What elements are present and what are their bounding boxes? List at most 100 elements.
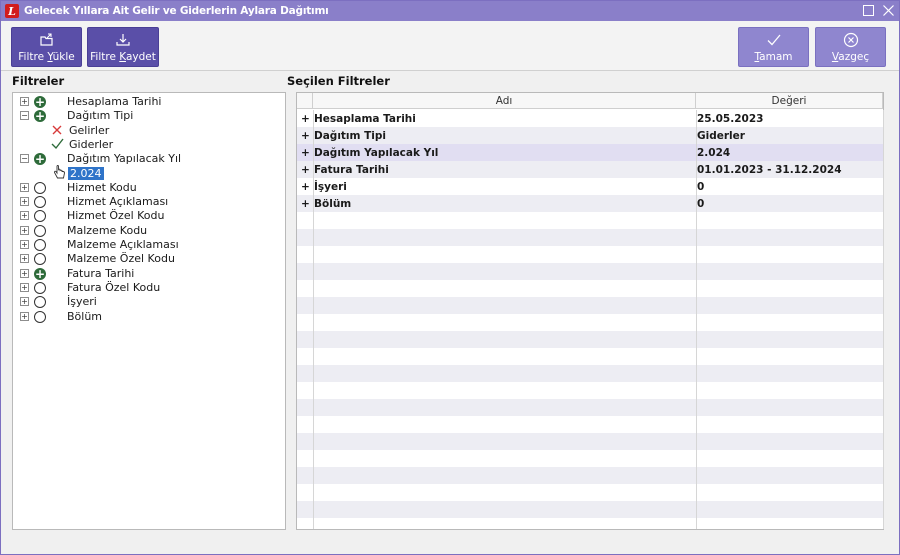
grid-empty-row <box>297 484 883 501</box>
toolbar: Filtre Yükle Filtre Kaydet Tamam Vazgeç <box>1 21 899 71</box>
tree-item[interactable]: + İşyeri <box>13 295 285 309</box>
cancel-circle-icon <box>843 32 859 49</box>
column-header-name[interactable]: Adı <box>313 93 696 109</box>
expand-icon[interactable]: + <box>20 97 29 106</box>
cancel-button[interactable]: Vazgeç <box>815 27 886 67</box>
tree-item-label: Hizmet Özel Kodu <box>67 209 165 223</box>
close-button[interactable] <box>881 2 895 18</box>
cancel-label: azgeç <box>838 50 870 63</box>
save-filter-button[interactable]: Filtre Kaydet <box>87 27 159 67</box>
tree-item[interactable]: − + Dağıtım Tipi <box>13 109 285 123</box>
main-window: L Gelecek Yıllara Ait Gelir ve Giderleri… <box>0 0 900 555</box>
collapse-icon[interactable]: − <box>20 111 29 121</box>
expand-icon[interactable]: + <box>20 182 29 192</box>
grid-empty-row <box>297 518 883 535</box>
tree-child-label: Gelirler <box>69 123 110 137</box>
tree-item-label: Dağıtım Tipi <box>67 109 134 123</box>
tree-item[interactable]: + Hizmet Kodu <box>13 181 285 195</box>
tree-item-label: Dağıtım Yapılacak Yıl <box>67 152 182 166</box>
tree-item-label: Bölüm <box>67 309 103 323</box>
load-filter-label-rest: ükle <box>52 50 75 63</box>
maximize-button[interactable] <box>861 2 875 18</box>
maximize-icon <box>862 4 874 16</box>
expand-icon[interactable]: + <box>20 211 29 221</box>
tree-item[interactable]: + Malzeme Kodu <box>13 224 285 238</box>
grid-cell-value: 0 <box>697 197 705 210</box>
tree-item[interactable]: + Fatura Özel Kodu <box>13 281 285 295</box>
load-filter-button[interactable]: Filtre Yükle <box>11 27 82 67</box>
filter-empty-icon <box>34 310 46 323</box>
row-expand-icon[interactable]: + <box>301 127 313 144</box>
grid-empty-row <box>297 501 883 518</box>
grid-empty-row <box>297 212 883 229</box>
row-expand-icon[interactable]: + <box>301 195 313 212</box>
tree-child-item[interactable]: Giderler <box>13 138 285 152</box>
expand-icon[interactable]: + <box>20 225 29 235</box>
tree-item[interactable]: + Malzeme Açıklaması <box>13 238 285 252</box>
tree-item[interactable]: + Malzeme Özel Kodu <box>13 252 285 266</box>
filter-empty-icon <box>34 224 46 237</box>
filter-tree[interactable]: + + Hesaplama Tarihi − + Dağıtım Tipi Gelirler… <box>12 92 286 530</box>
grid-empty-row <box>297 433 883 450</box>
grid-row[interactable]: + Dağıtım Tipi Giderler <box>297 127 883 144</box>
tree-item[interactable]: + + Hesaplama Tarihi <box>13 95 285 109</box>
tree-item[interactable]: + Bölüm <box>13 310 285 324</box>
filter-active-icon: + <box>34 109 46 124</box>
collapse-icon[interactable]: − <box>20 154 29 164</box>
tree-child-label: Giderler <box>69 137 114 151</box>
grid-column-divider <box>883 110 884 529</box>
selected-filters-grid: Adı Değeri + Hesaplama Tarihi 25.05.2023 + D… <box>296 92 884 530</box>
grid-empty-row <box>297 246 883 263</box>
load-filter-label: Filtre <box>18 50 48 63</box>
grid-empty-row <box>297 314 883 331</box>
expand-icon[interactable]: + <box>20 254 29 264</box>
tree-item-label: Malzeme Kodu <box>67 223 148 237</box>
tree-item-label: Malzeme Özel Kodu <box>67 252 175 266</box>
expand-icon[interactable]: + <box>20 240 29 249</box>
filter-empty-icon <box>34 281 46 294</box>
title-bar: L Gelecek Yıllara Ait Gelir ve Giderleri… <box>1 1 899 21</box>
tree-child-item[interactable]: 2.024 <box>13 164 285 181</box>
tree-item[interactable]: + Hizmet Açıklaması <box>13 195 285 209</box>
included-check-icon <box>51 138 64 153</box>
filter-active-icon: + <box>34 152 46 167</box>
row-expand-icon[interactable]: + <box>301 178 313 195</box>
grid-empty-row <box>297 399 883 416</box>
grid-empty-row <box>297 229 883 246</box>
grid-cell-name: Dağıtım Tipi <box>314 129 387 142</box>
expand-icon[interactable]: + <box>20 311 29 321</box>
grid-empty-row <box>297 331 883 348</box>
tree-item[interactable]: + + Fatura Tarihi <box>13 267 285 281</box>
grid-row[interactable]: + Dağıtım Yapılacak Yıl 2.024 <box>297 144 883 161</box>
grid-empty-row <box>297 416 883 433</box>
filter-empty-icon <box>34 239 46 251</box>
grid-empty-row <box>297 348 883 365</box>
row-expand-icon[interactable]: + <box>301 161 313 178</box>
grid-header-indicator <box>297 93 313 109</box>
grid-row[interactable]: + Hesaplama Tarihi 25.05.2023 <box>297 110 883 127</box>
ok-button[interactable]: Tamam <box>738 27 809 67</box>
grid-cell-value: 0 <box>697 180 705 193</box>
row-expand-icon[interactable]: + <box>301 110 313 127</box>
grid-cell-value: Giderler <box>697 129 745 142</box>
row-expand-icon[interactable]: + <box>301 144 313 161</box>
grid-row[interactable]: + İşyeri 0 <box>297 178 883 195</box>
check-icon <box>766 32 782 49</box>
filter-empty-icon <box>34 210 46 223</box>
excluded-x-icon <box>51 124 63 139</box>
grid-body: + Hesaplama Tarihi 25.05.2023 + Dağıtım Tipi… <box>297 110 884 529</box>
grid-cell-name: Bölüm <box>314 197 352 210</box>
tree-child-item[interactable]: Gelirler <box>13 124 285 138</box>
close-icon <box>882 4 894 16</box>
expand-icon[interactable]: + <box>20 268 29 278</box>
grid-row[interactable]: + Bölüm 0 <box>297 195 883 212</box>
expand-icon[interactable]: + <box>20 197 29 207</box>
column-header-value[interactable]: Değeri <box>696 93 883 109</box>
folder-open-icon <box>39 32 55 49</box>
grid-column-divider <box>313 110 314 529</box>
expand-icon[interactable]: + <box>20 282 29 292</box>
tree-item[interactable]: + Hizmet Özel Kodu <box>13 209 285 223</box>
save-filter-label: Filtre <box>90 50 120 63</box>
expand-icon[interactable]: + <box>20 297 29 307</box>
grid-row[interactable]: + Fatura Tarihi 01.01.2023 - 31.12.2024 <box>297 161 883 178</box>
